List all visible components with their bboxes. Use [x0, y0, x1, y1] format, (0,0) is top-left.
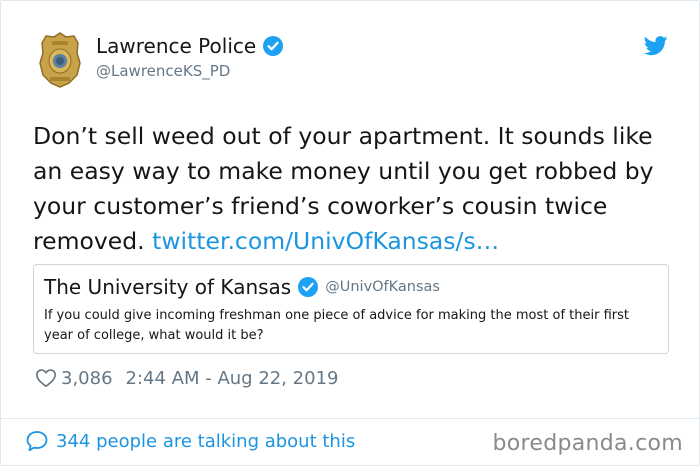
like-count[interactable]: 3,086 — [61, 368, 113, 389]
verified-badge-icon — [297, 276, 319, 298]
conversation-link[interactable]: 344 people are talking about this — [25, 429, 355, 453]
police-badge-icon[interactable] — [39, 31, 81, 89]
speech-bubble-icon — [25, 429, 49, 453]
quoted-author-handle: @UnivOfKansas — [325, 279, 440, 295]
conversation-count[interactable]: 344 people are talking about this — [56, 431, 355, 452]
divider — [1, 418, 699, 419]
heart-icon[interactable] — [35, 367, 57, 389]
verified-badge-icon — [262, 35, 284, 57]
tweet-meta: 3,086 2:44 AM - Aug 22, 2019 — [35, 367, 338, 389]
author-name-label[interactable]: Lawrence Police — [96, 33, 256, 59]
timestamp[interactable]: 2:44 AM - Aug 22, 2019 — [126, 368, 339, 389]
tweet-card: Lawrence Police @LawrenceKS_PD Don’t sel… — [0, 0, 700, 466]
quoted-tweet-text: If you could give incoming freshman one … — [44, 308, 629, 343]
tweet-link[interactable]: twitter.com/UnivOfKansas/s… — [152, 227, 499, 255]
twitter-bird-icon[interactable] — [643, 36, 668, 56]
watermark: boredpanda.com — [492, 431, 683, 456]
quoted-author-name: The University of Kansas — [44, 275, 292, 299]
quoted-tweet[interactable]: The University of Kansas @UnivOfKansas I… — [33, 264, 669, 354]
author-handle[interactable]: @LawrenceKS_PD — [96, 61, 230, 81]
author-name[interactable]: Lawrence Police — [96, 33, 284, 59]
tweet-text: Don’t sell weed out of your apartment. I… — [33, 119, 683, 259]
quoted-tweet-header: The University of Kansas @UnivOfKansas — [44, 275, 440, 299]
